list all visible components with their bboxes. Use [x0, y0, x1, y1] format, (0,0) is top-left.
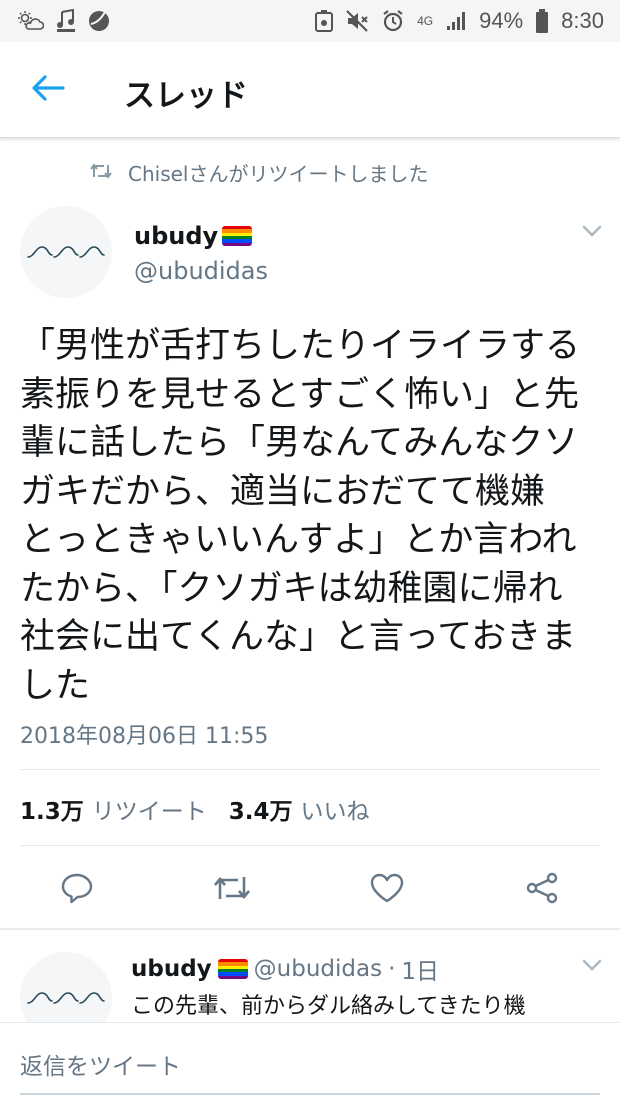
back-button[interactable] [28, 72, 68, 108]
status-time: 8:30 [561, 8, 604, 33]
mute-icon [345, 10, 369, 32]
app-ball-icon [88, 10, 110, 32]
app-header: スレッド [0, 42, 620, 138]
share-icon [525, 872, 559, 908]
tweet-stats: 1.3万 リツイート 3.4万 いいね [20, 792, 392, 826]
reply-author-name: ubudy [131, 956, 212, 982]
author-name-text: ubudy [134, 222, 219, 250]
battery-icon [535, 9, 549, 33]
weather-cloud-icon [18, 11, 44, 31]
reply-menu-button[interactable] [579, 956, 605, 974]
reply-input-underline [20, 1093, 600, 1095]
page-title: スレッド [124, 78, 248, 114]
alarm-icon [381, 9, 405, 33]
section-divider [0, 928, 620, 930]
likes-count[interactable]: 3.4万 [229, 792, 293, 826]
retweet-button[interactable] [212, 870, 252, 910]
reply-author-handle: @ubudidas [253, 956, 383, 982]
retweets-label[interactable]: リツイート [92, 792, 207, 826]
chevron-down-icon [582, 956, 602, 975]
reply-composer: 返信をツイート [0, 1022, 620, 1102]
reply-author-line[interactable]: ubudy @ubudidas · 1日 [131, 952, 439, 986]
wave-logo-icon [27, 992, 105, 1004]
author-name[interactable]: ubudy [134, 222, 253, 250]
like-heart-icon [369, 872, 405, 908]
author-handle[interactable]: @ubudidas [134, 257, 268, 285]
reply-age: 1日 [401, 959, 440, 985]
reply-input[interactable]: 返信をツイート [20, 1047, 181, 1081]
signal-icon [445, 10, 467, 32]
retweet-context: Chiselさんがリツイートしました [90, 158, 428, 187]
like-button[interactable] [367, 870, 407, 910]
retweet-context-text: Chiselさんがリツイートしました [128, 162, 429, 186]
retweets-count[interactable]: 1.3万 [20, 792, 84, 826]
status-left-icons [18, 9, 110, 33]
reply-text: この先輩、前からダル絡みしてきたり機 [131, 994, 526, 1019]
reply-button[interactable] [57, 870, 97, 910]
reply-icon [60, 872, 94, 908]
retweet-icon [90, 161, 112, 185]
divider [20, 845, 600, 846]
retweet-icon [213, 873, 251, 907]
chevron-down-icon [582, 222, 602, 241]
screenshot-icon [315, 10, 334, 32]
share-button[interactable] [522, 870, 562, 910]
author-avatar[interactable] [20, 206, 112, 298]
rainbow-flag-icon [222, 226, 253, 246]
tweet-timestamp: 2018年08月06日 11:55 [20, 724, 269, 749]
rainbow-flag-icon [217, 959, 248, 979]
tweet-text: 「男性が舌打ちしたりイライラする 素振りを見せるとすごく怖い」と先 輩に話したら… [20, 326, 581, 706]
battery-percent: 94% [479, 8, 524, 33]
wave-logo-icon [27, 246, 105, 258]
likes-label[interactable]: いいね [301, 792, 370, 826]
status-right-icons: 4G 94% 8:30 [315, 8, 604, 34]
music-note-icon [56, 9, 76, 33]
reply-separator: · [388, 956, 396, 982]
tweet-menu-button[interactable] [579, 222, 605, 240]
back-arrow-icon [31, 74, 65, 106]
status-bar: 4G 94% 8:30 [0, 0, 620, 42]
divider [20, 769, 600, 770]
tweet-actions [0, 866, 620, 910]
network-4g-icon: 4G [417, 13, 434, 28]
